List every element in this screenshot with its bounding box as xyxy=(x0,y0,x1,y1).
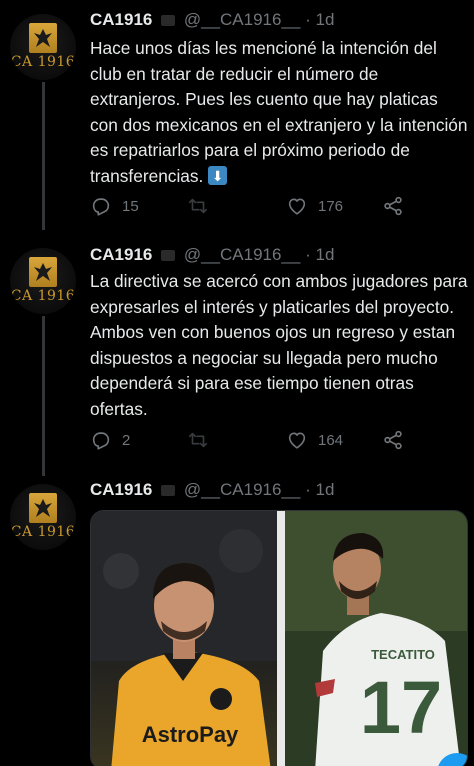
jersey-number-text: 17 xyxy=(360,666,442,749)
avatar-label: CA 1916 xyxy=(10,524,76,540)
player-photo-right[interactable]: TECATITO 17 xyxy=(285,511,467,766)
tweet[interactable]: CA 1916 CA1916 @__CA1916__ · 1d Hace uno… xyxy=(0,0,474,232)
share-button[interactable] xyxy=(382,194,404,218)
tweet-text: Hace unos días les mencioné la intención… xyxy=(90,36,468,190)
timestamp[interactable]: 1d xyxy=(316,10,335,29)
club-crest-icon xyxy=(29,23,57,53)
reply-button[interactable]: 15 xyxy=(90,194,139,218)
like-count: 164 xyxy=(318,431,344,449)
timestamp[interactable]: 1d xyxy=(316,245,335,264)
retweet-button[interactable] xyxy=(186,194,220,218)
display-name[interactable]: CA1916 xyxy=(90,480,152,499)
tweet-header: CA1916 @__CA1916__ · 1d xyxy=(90,245,334,265)
retweet-icon xyxy=(188,432,208,448)
avatar-label: CA 1916 xyxy=(10,288,76,304)
like-button[interactable]: 176 xyxy=(286,194,343,218)
player-photo-left[interactable]: AstroPay xyxy=(91,511,277,766)
avatar[interactable]: CA 1916 xyxy=(10,484,76,550)
like-count: 176 xyxy=(318,197,344,215)
verified-badge-icon xyxy=(161,485,176,496)
verified-badge-icon xyxy=(161,250,176,261)
verified-badge-icon xyxy=(161,15,176,26)
reply-button[interactable]: 2 xyxy=(90,428,130,452)
username[interactable]: @__CA1916__ xyxy=(184,245,301,264)
club-crest-icon xyxy=(29,257,57,287)
timestamp[interactable]: 1d xyxy=(316,480,335,499)
retweet-icon xyxy=(188,198,208,214)
heart-icon xyxy=(288,198,306,215)
separator-dot: · xyxy=(305,10,311,29)
tweet[interactable]: CA 1916 CA1916 @__CA1916__ · 1d La direc… xyxy=(0,232,474,476)
club-crest-icon xyxy=(29,493,57,523)
down-arrow-emoji-icon xyxy=(208,165,228,190)
tweet-media[interactable]: AstroPay TECATITO 17 xyxy=(90,510,468,766)
display-name[interactable]: CA1916 xyxy=(90,10,152,29)
separator-dot: · xyxy=(305,480,311,499)
avatar[interactable]: CA 1916 xyxy=(10,14,76,80)
display-name[interactable]: CA1916 xyxy=(90,245,152,264)
media-divider xyxy=(277,511,285,766)
tweet-header: CA1916 @__CA1916__ · 1d xyxy=(90,480,334,500)
share-icon xyxy=(384,430,402,450)
like-button[interactable]: 164 xyxy=(286,428,343,452)
reply-icon xyxy=(92,198,110,216)
avatar-label: CA 1916 xyxy=(10,54,76,70)
share-button[interactable] xyxy=(382,428,404,452)
reply-count: 15 xyxy=(122,197,139,215)
heart-icon xyxy=(288,432,306,449)
tweet-body: Hace unos días les mencioné la intención… xyxy=(90,38,468,186)
retweet-button[interactable] xyxy=(186,428,220,452)
tweet-header: CA1916 @__CA1916__ · 1d xyxy=(90,10,334,30)
avatar[interactable]: CA 1916 xyxy=(10,248,76,314)
username[interactable]: @__CA1916__ xyxy=(184,480,301,499)
separator-dot: · xyxy=(305,245,311,264)
share-icon xyxy=(384,196,402,216)
jersey-name-text: TECATITO xyxy=(371,647,435,662)
username[interactable]: @__CA1916__ xyxy=(184,10,301,29)
tweet-actions: 2 164 xyxy=(90,428,420,452)
reply-icon xyxy=(92,432,110,450)
tweet-body: La directiva se acercó con ambos jugador… xyxy=(90,271,468,419)
jersey-sponsor-text: AstroPay xyxy=(142,722,239,747)
tweet-text: La directiva se acercó con ambos jugador… xyxy=(90,269,468,422)
tweet-actions: 15 176 xyxy=(90,194,420,218)
reply-count: 2 xyxy=(122,431,131,449)
